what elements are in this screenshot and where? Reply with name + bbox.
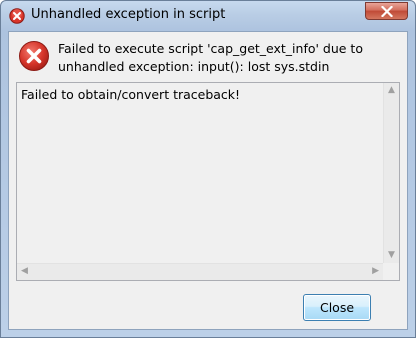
error-icon [9,8,25,24]
error-dialog-window: Unhandled exception in script Failed to … [0,0,416,338]
scroll-down-icon[interactable]: ▼ [388,251,395,260]
close-button[interactable]: Close [303,294,371,321]
scroll-up-icon[interactable]: ▲ [388,86,395,95]
window-close-button[interactable] [365,2,408,20]
close-icon [381,6,393,17]
scroll-corner [383,263,399,280]
vertical-scrollbar[interactable]: ▲ ▼ [383,83,399,263]
traceback-text-area[interactable]: Failed to obtain/convert traceback! ▲ ▼ … [16,82,400,281]
error-icon [18,40,50,72]
scroll-left-icon[interactable]: ◀ [21,267,28,276]
window-title: Unhandled exception in script [31,7,226,22]
horizontal-scrollbar[interactable]: ◀ ▶ [17,263,383,280]
traceback-text: Failed to obtain/convert traceback! [21,87,241,102]
scroll-right-icon[interactable]: ▶ [372,267,379,276]
dialog-body: Failed to execute script 'cap_get_ext_in… [8,31,408,330]
title-bar[interactable]: Unhandled exception in script [1,1,415,31]
error-message: Failed to execute script 'cap_get_ext_in… [58,41,363,74]
